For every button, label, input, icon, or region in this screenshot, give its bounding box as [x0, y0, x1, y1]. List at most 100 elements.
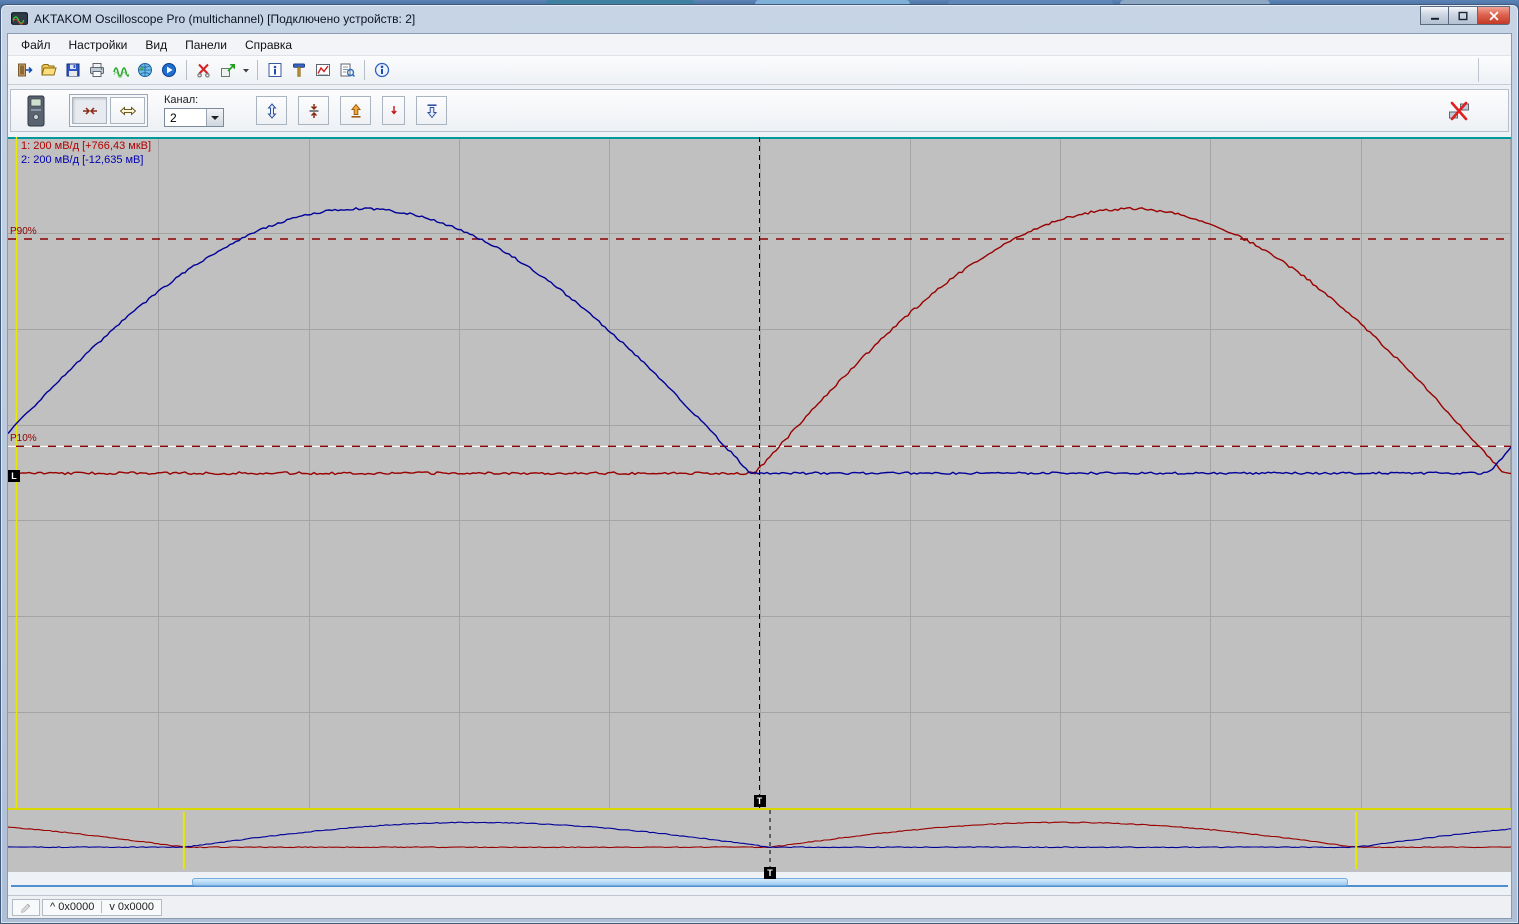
expand-vertical-button[interactable]: [256, 96, 287, 125]
control-toolbar: Канал: 2: [8, 85, 1511, 137]
print-button[interactable]: [85, 58, 109, 82]
waveform-icon: [113, 62, 129, 78]
cut-icon: [196, 62, 212, 78]
p10-label: P10%: [10, 433, 37, 445]
waveform-button[interactable]: [109, 58, 133, 82]
info-panel-button[interactable]: [263, 58, 287, 82]
desktop: AKTAKOM Oscilloscope Pro (multichannel) …: [0, 0, 1519, 924]
app-icon: [11, 10, 28, 27]
scroll-row: [8, 872, 1511, 895]
menu-view[interactable]: Вид: [136, 36, 176, 54]
channel-value: 2: [170, 110, 177, 125]
p90-label: P90%: [10, 225, 37, 237]
scope-plot: [8, 137, 1511, 808]
move-trace-up-button[interactable]: [340, 96, 371, 125]
control-panel: Канал: 2: [10, 89, 1509, 132]
caret-down-icon: [211, 115, 219, 124]
menubar: Файл Настройки Вид Панели Справка: [8, 34, 1511, 55]
toolbar-separator: [257, 60, 258, 80]
expand-horizontal-button[interactable]: [110, 97, 145, 124]
device-button[interactable]: [21, 93, 51, 129]
maximize-button[interactable]: [1449, 6, 1478, 25]
exit-icon: [17, 62, 33, 78]
trigger-marker[interactable]: T: [753, 795, 766, 807]
collapse-vertical-button[interactable]: [298, 96, 329, 125]
move-trace-down-button[interactable]: [416, 96, 447, 125]
window-controls: [1420, 6, 1510, 25]
print-icon: [89, 62, 105, 78]
close-icon: [1489, 11, 1498, 20]
export-button[interactable]: [216, 58, 240, 82]
overview-pane[interactable]: T: [8, 808, 1511, 879]
export-dropdown-button[interactable]: [240, 58, 252, 82]
export-dropdown-icon: [242, 62, 250, 78]
status-edit-cell: [12, 898, 40, 916]
menu-panels[interactable]: Панели: [176, 36, 236, 54]
client-area: Файл Настройки Вид Панели Справка Канал:…: [7, 33, 1512, 919]
overview-trigger-marker[interactable]: T: [764, 867, 777, 879]
minimize-icon: [1430, 17, 1439, 20]
statusbar: ^ 0x0000 v 0x0000: [8, 895, 1511, 918]
save-button[interactable]: [61, 58, 85, 82]
trigger-level-icon: [390, 105, 397, 115]
web-icon: [137, 62, 153, 78]
status-down-value: v 0x0000: [109, 901, 154, 913]
menu-help[interactable]: Справка: [236, 36, 301, 54]
app-window: AKTAKOM Oscilloscope Pro (multichannel) …: [0, 4, 1519, 924]
print-preview-icon: [339, 62, 355, 78]
ch2-scale-label: 2: 200 мВ/д [-12,635 мВ]: [21, 154, 144, 166]
overview-plot: [8, 810, 1511, 872]
toolbar-separator: [364, 60, 365, 80]
pin-button[interactable]: [287, 58, 311, 82]
level-marker[interactable]: L: [8, 470, 20, 483]
collapse-horizontal-icon: [82, 106, 97, 115]
device-icon: [27, 95, 45, 126]
channel-select[interactable]: 2: [164, 108, 224, 127]
horizontal-scrollbar[interactable]: [11, 878, 1508, 889]
minimize-button[interactable]: [1420, 6, 1449, 25]
export-icon: [220, 62, 236, 78]
pin-icon: [291, 62, 307, 78]
horizontal-scale-group: [69, 94, 148, 127]
help-button[interactable]: [370, 58, 394, 82]
toolbar-separator: [186, 60, 187, 80]
print-preview-button[interactable]: [335, 58, 359, 82]
ch1-scale-label: 1: 200 мВ/д [+766,43 мкВ]: [21, 140, 152, 152]
maximize-icon: [1458, 11, 1468, 20]
status-up-value: ^ 0x0000: [50, 901, 95, 913]
collapse-vertical-icon: [309, 103, 318, 118]
expand-horizontal-icon: [119, 105, 136, 116]
expand-vertical-icon: [266, 102, 277, 119]
menu-settings[interactable]: Настройки: [60, 36, 137, 54]
close-button[interactable]: [1478, 6, 1510, 25]
help-icon: [374, 62, 390, 78]
run-icon: [161, 62, 177, 78]
channel-label: Канал:: [164, 94, 199, 106]
menu-file[interactable]: Файл: [12, 36, 60, 54]
channel-selector: Канал: 2: [164, 94, 224, 127]
scrollbar-thumb[interactable]: [192, 878, 1348, 886]
main-toolbar: [8, 55, 1511, 85]
toolbar-right-grip: [1478, 58, 1506, 82]
save-icon: [65, 62, 81, 78]
open-icon: [41, 62, 57, 78]
collapse-horizontal-button[interactable]: [72, 97, 107, 124]
disconnect-icon: [1449, 101, 1469, 120]
cut-button[interactable]: [192, 58, 216, 82]
run-button[interactable]: [157, 58, 181, 82]
exit-button[interactable]: [13, 58, 37, 82]
titlebar[interactable]: AKTAKOM Oscilloscope Pro (multichannel) …: [1, 5, 1518, 32]
disconnect-device-button[interactable]: [1444, 96, 1474, 126]
channel-dropdown-button[interactable]: [206, 109, 223, 126]
open-button[interactable]: [37, 58, 61, 82]
status-divider: [101, 901, 103, 913]
pencil-icon: [20, 903, 30, 913]
trigger-level-button[interactable]: [382, 96, 405, 125]
scope-display[interactable]: 1: 200 мВ/д [+766,43 мкВ] 2: 200 мВ/д [-…: [8, 137, 1511, 808]
measure-icon: [315, 62, 331, 78]
move-down-icon: [426, 103, 437, 118]
move-up-icon: [350, 103, 361, 118]
web-button[interactable]: [133, 58, 157, 82]
status-counters: ^ 0x0000 v 0x0000: [42, 898, 162, 916]
measure-button[interactable]: [311, 58, 335, 82]
